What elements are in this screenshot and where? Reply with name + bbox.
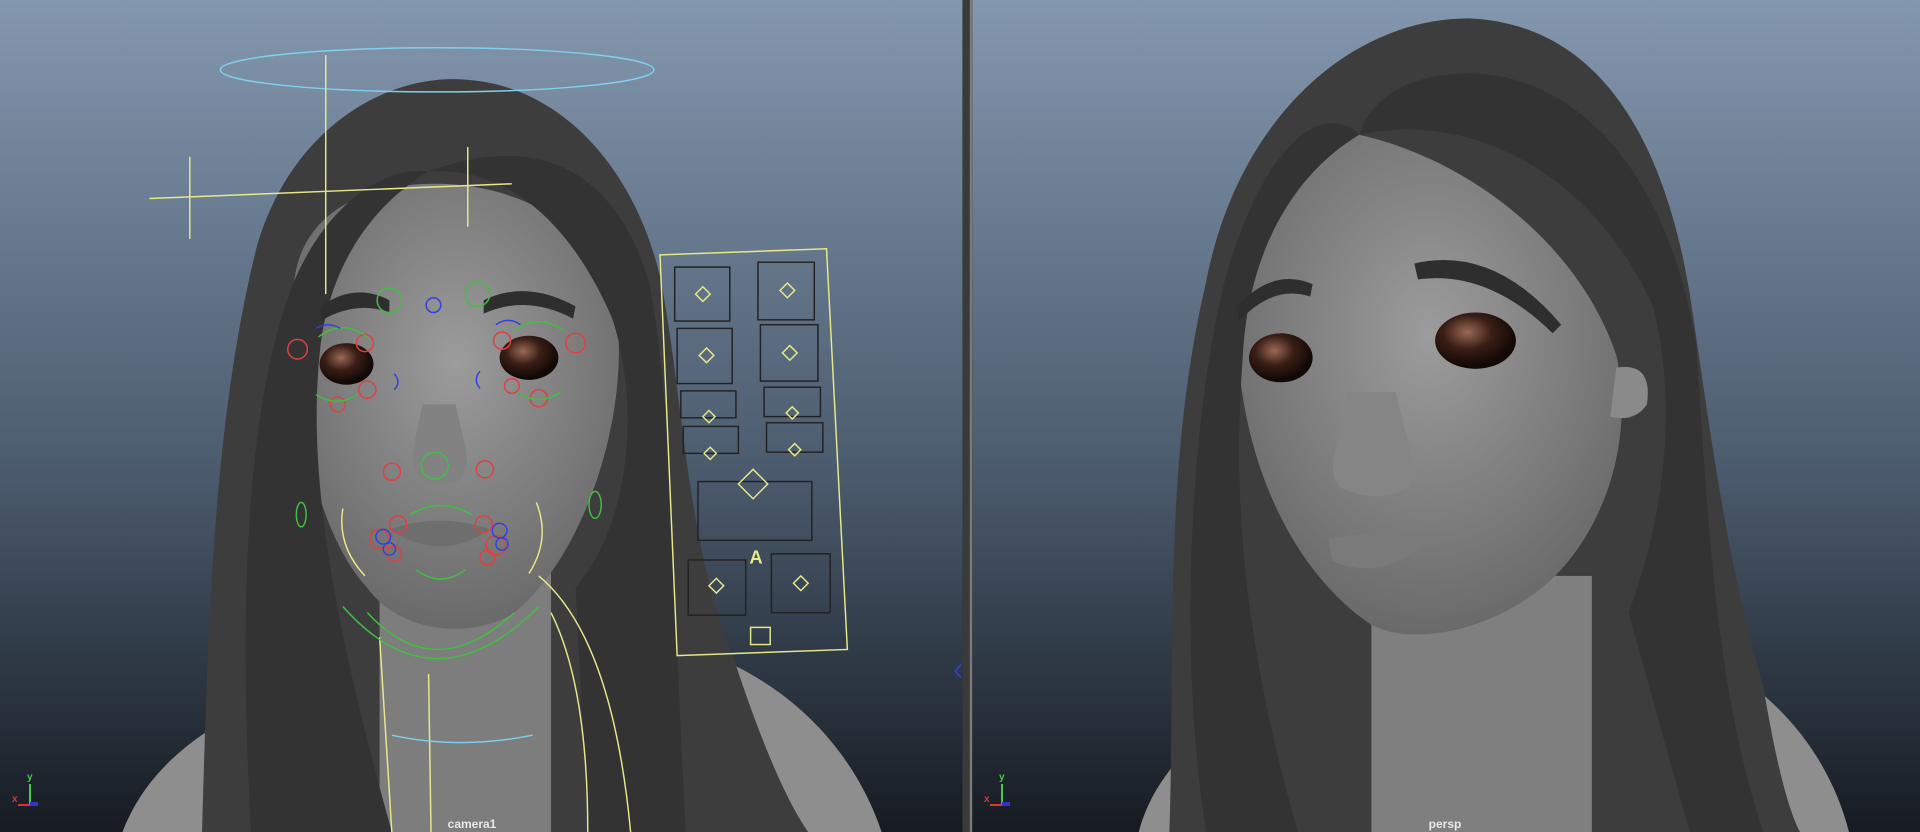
right-eye: [499, 335, 559, 380]
camera-label-persp: persp: [1428, 817, 1462, 831]
viewport-area: A: [0, 0, 1920, 832]
axis-gizmo-camera1: y x z: [10, 772, 50, 812]
right-eye: [1435, 312, 1516, 369]
axis-gizmo-persp: y x z: [982, 772, 1022, 812]
viewport-persp[interactable]: [972, 0, 1920, 832]
left-eye: [319, 343, 374, 385]
camera-label-camera1: camera1: [447, 817, 497, 831]
left-eye: [1248, 333, 1313, 383]
viewport-camera1[interactable]: A: [0, 0, 963, 832]
rig-panel-label: A: [749, 547, 762, 568]
